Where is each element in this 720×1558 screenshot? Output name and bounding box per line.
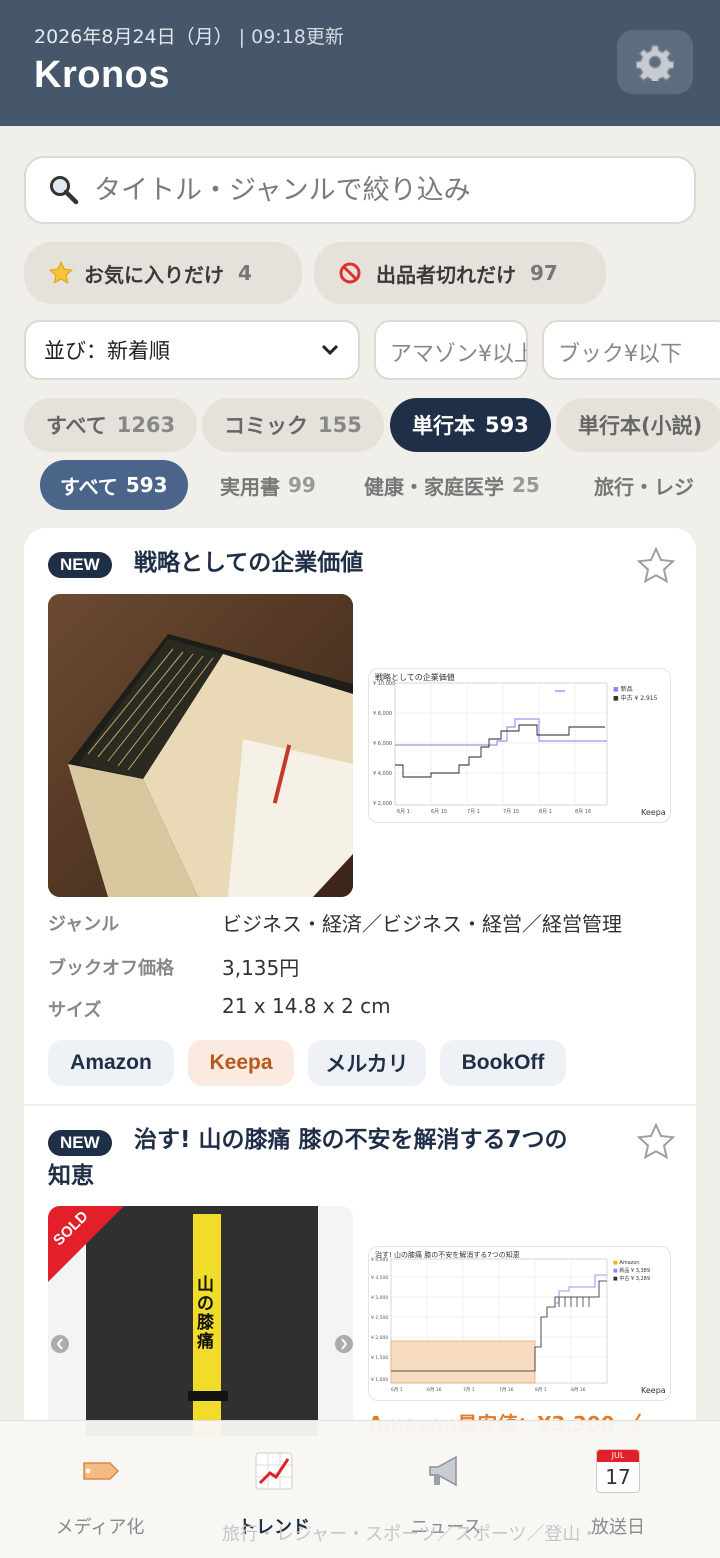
search-box[interactable] — [24, 156, 696, 224]
svg-text:¥ 2,500: ¥ 2,500 — [371, 1315, 388, 1321]
megaphone-icon — [429, 1455, 457, 1487]
scrolled-genre-text: 旅行・レジャー・スポーツ／スポーツ／登山・ — [222, 1524, 599, 1545]
new-badge: NEW — [48, 552, 112, 578]
no-entry-icon — [339, 262, 361, 284]
svg-text:¥ 3,500: ¥ 3,500 — [371, 1275, 388, 1281]
app-header: 2026年8月24日（月） | 09:18更新 Kronos — [0, 0, 720, 126]
book-title[interactable]: 治す! 山の膝痛 膝の不安を解消する7つの 知恵 — [48, 1122, 628, 1194]
svg-text:¥ 8,000: ¥ 8,000 — [373, 711, 392, 717]
svg-text:¥ 10,000: ¥ 10,000 — [373, 681, 395, 687]
svg-text:8月 1: 8月 1 — [535, 1387, 547, 1393]
update-date: 2026年8月24日（月） | 09:18更新 — [34, 26, 344, 48]
svg-text:¥ 1,000: ¥ 1,000 — [371, 1377, 388, 1383]
svg-text:6月 15: 6月 15 — [431, 809, 447, 815]
svg-text:6月 16: 6月 16 — [427, 1387, 442, 1393]
book-spine-title: 山の膝痛 — [197, 1275, 214, 1352]
bookoff-price-value: 3,135円 — [222, 956, 300, 980]
svg-text:¥ 6,000: ¥ 6,000 — [373, 741, 392, 747]
amazon-link-button[interactable]: Amazon — [48, 1040, 174, 1086]
category-chip-comic[interactable]: コミック 155 — [202, 398, 384, 452]
svg-text:7月 1: 7月 1 — [463, 1387, 475, 1393]
app-title: Kronos — [34, 54, 170, 96]
gear-icon — [636, 45, 674, 81]
svg-text:8月 1: 8月 1 — [539, 809, 552, 815]
svg-text:8月 16: 8月 16 — [571, 1387, 586, 1393]
favorite-star-icon[interactable] — [636, 546, 676, 586]
category-chip-book[interactable]: 単行本 593 — [390, 398, 551, 452]
keepa-brand: Keepa — [641, 808, 666, 817]
genre-label: ジャンル — [48, 914, 120, 935]
size-value: 21 x 14.8 x 2 cm — [222, 994, 391, 1018]
nav-media-label: メディア化 — [55, 1517, 145, 1538]
amazon-min-price-input[interactable]: アマゾン¥以上 — [374, 320, 528, 380]
price-history-chart[interactable]: 治す! 山の膝痛 膝の不安を解消する7つの知恵 ■ Amazon ■ 新品 ¥ … — [368, 1246, 671, 1401]
star-icon — [48, 260, 74, 284]
sort-select[interactable]: 並び：新着順 — [24, 320, 360, 380]
subcategory-chip-all[interactable]: すべて 593 — [40, 460, 188, 510]
svg-text:¥ 3,000: ¥ 3,000 — [371, 1295, 388, 1301]
keepa-link-button[interactable]: Keepa — [188, 1040, 294, 1086]
book-title[interactable]: 戦略としての企業価値 — [134, 545, 363, 581]
category-chip-novel[interactable]: 単行本(小説) — [556, 398, 720, 452]
svg-text:¥ 1,500: ¥ 1,500 — [371, 1355, 388, 1361]
chevron-down-icon — [321, 344, 339, 356]
svg-text:7月 1: 7月 1 — [467, 809, 480, 815]
tag-icon — [83, 1462, 120, 1480]
svg-text:6月 1: 6月 1 — [391, 1387, 403, 1393]
sold-out-filter-button[interactable]: 出品者切れだけ 97 — [314, 242, 606, 304]
subcategory-chip-travel[interactable]: 旅行・レジ — [574, 460, 714, 510]
subcategory-chip-health[interactable]: 健康・家庭医学 25 — [344, 460, 560, 510]
search-input[interactable] — [94, 174, 654, 206]
svg-text:¥ 4,000: ¥ 4,000 — [371, 1257, 388, 1263]
svg-text:8月 16: 8月 16 — [575, 809, 591, 815]
search-icon — [50, 176, 79, 205]
favorites-filter-button[interactable]: お気に入りだけ 4 — [24, 242, 302, 304]
category-chip-all[interactable]: すべて 1263 — [24, 398, 198, 452]
size-label: サイズ — [48, 1000, 102, 1021]
bookoff-link-button[interactable]: BookOff — [440, 1040, 566, 1086]
subcategory-chip-practical[interactable]: 実用書 99 — [200, 460, 336, 510]
book-card[interactable]: NEW 戦略としての企業価値 戦略としての企業価値 ■ 新品 ■ 中古 ¥ 2, — [24, 528, 696, 1104]
book-photo[interactable]: SOLD 山の膝痛 — [48, 1206, 353, 1436]
bookoff-price-label: ブックオフ価格 — [48, 958, 174, 979]
nav-media[interactable]: メディア化 — [10, 1421, 190, 1558]
keepa-brand: Keepa — [641, 1386, 666, 1395]
calendar-icon: JUL 17 — [596, 1449, 640, 1493]
trend-chart-icon — [255, 1452, 293, 1490]
svg-text:7月 16: 7月 16 — [499, 1387, 514, 1393]
price-history-chart[interactable]: 戦略としての企業価値 ■ 新品 ■ 中古 ¥ 2,915 ¥ 10,000 ¥ 8… — [368, 668, 671, 823]
svg-text:6月 1: 6月 1 — [397, 809, 410, 815]
favorite-star-icon[interactable] — [636, 1122, 676, 1162]
genre-value: ビジネス・経済／ビジネス・経営／経営管理 — [222, 912, 622, 936]
book-photo[interactable] — [48, 594, 353, 897]
svg-text:¥ 2,000: ¥ 2,000 — [371, 1335, 388, 1341]
svg-text:¥ 4,000: ¥ 4,000 — [373, 771, 392, 777]
svg-text:7月 15: 7月 15 — [503, 809, 519, 815]
svg-text:¥ 2,000: ¥ 2,000 — [373, 801, 392, 807]
book-card[interactable]: NEW 治す! 山の膝痛 膝の不安を解消する7つの 知恵 SOLD 山の膝痛 治す… — [24, 1106, 696, 1436]
bookoff-max-price-input[interactable]: ブック¥以下 — [542, 320, 720, 380]
mercari-link-button[interactable]: メルカリ — [308, 1040, 426, 1086]
settings-button[interactable] — [617, 30, 693, 94]
